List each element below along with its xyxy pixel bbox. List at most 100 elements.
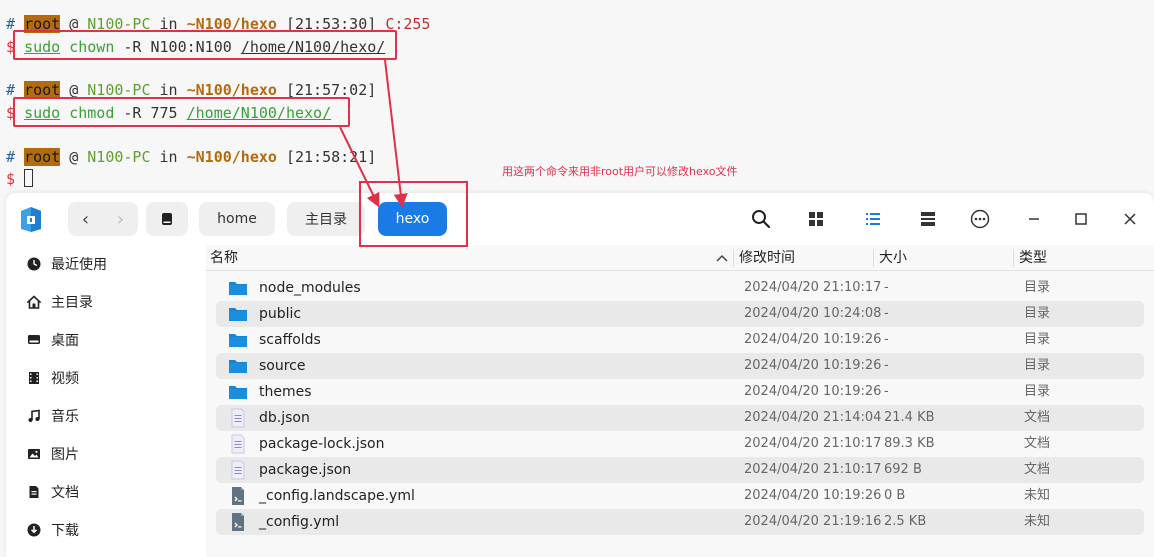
file-type: 文档: [1024, 462, 1051, 477]
sidebar-item-documents[interactable]: 文档: [6, 473, 206, 511]
file-manager-window[interactable]: ‹ › home 主目录 hexo 最近使用 主目录 桌面 视频 音乐 图片 文…: [6, 193, 1154, 557]
table-row[interactable]: node_modules 2024/04/20 21:10:17- 目录: [216, 275, 1144, 301]
column-header-type[interactable]: 类型: [1019, 245, 1047, 271]
file-type: 文档: [1024, 410, 1051, 425]
sidebar-item-pictures[interactable]: 图片: [6, 435, 206, 473]
more-menu-button[interactable]: [967, 206, 993, 232]
table-row[interactable]: source 2024/04/20 10:19:26- 目录: [216, 353, 1144, 379]
forward-button[interactable]: ›: [103, 202, 138, 236]
table-row[interactable]: _config.landscape.yml 2024/04/20 10:19:26…: [216, 483, 1144, 509]
prompt-path: ~N100/hexo: [186, 148, 277, 166]
picture-icon: [28, 449, 40, 459]
sidebar-item-label: 视频: [51, 371, 79, 387]
folder-icon: [229, 334, 247, 347]
file-name: public: [259, 306, 302, 322]
detail-view-button[interactable]: [915, 206, 941, 232]
minimize-button[interactable]: [1021, 206, 1047, 232]
clock-icon: [27, 257, 41, 271]
file-list-header: 名称 修改时间 大小 类型: [206, 245, 1154, 271]
table-row[interactable]: _config.yml 2024/04/20 21:19:16 2.5 KB 未知: [216, 509, 1144, 535]
sidebar-item-home[interactable]: 主目录: [6, 283, 206, 321]
text-file-icon: [231, 408, 245, 428]
file-modified: 2024/04/20 10:24:08: [744, 306, 882, 321]
sidebar-item-label: 下载: [51, 523, 79, 539]
folder-icon: [229, 386, 247, 399]
file-modified: 2024/04/20 21:10:17: [744, 462, 882, 477]
icon-view-button[interactable]: [803, 206, 829, 232]
file-type: 未知: [1024, 488, 1051, 503]
file-modified: 2024/04/20 10:19:26: [744, 488, 882, 503]
home-icon: [27, 295, 41, 309]
unknown-file-icon: [232, 487, 244, 505]
sidebar-item-label: 音乐: [51, 409, 79, 425]
file-modified: 2024/04/20 21:10:17: [744, 436, 882, 451]
list-icon: [866, 213, 880, 225]
sidebar-item-label: 桌面: [51, 333, 79, 349]
minimize-icon: [1029, 218, 1039, 220]
sidebar-item-videos[interactable]: 视频: [6, 359, 206, 397]
file-manager-app-icon: [21, 207, 41, 232]
file-type: 目录: [1024, 280, 1051, 295]
file-list: 名称 修改时间 大小 类型 node_modules 2024/04/20 21:…: [206, 245, 1154, 557]
navigation-buttons: ‹ ›: [68, 202, 138, 236]
sidebar-item-label: 最近使用: [51, 257, 107, 273]
file-type: 目录: [1024, 358, 1051, 373]
file-name: _config.landscape.yml: [259, 488, 415, 504]
breadcrumb-main-directory[interactable]: 主目录: [287, 202, 365, 236]
sidebar-item-label: 文档: [51, 485, 79, 501]
table-row[interactable]: package-lock.json 2024/04/20 21:10:17 89.3…: [216, 431, 1144, 457]
file-modified: 2024/04/20 21:10:17: [744, 280, 882, 295]
breadcrumb-drive-button[interactable]: [146, 202, 188, 236]
music-icon: [28, 409, 40, 422]
sidebar-item-downloads[interactable]: 下载: [6, 511, 206, 549]
terminal-window[interactable]: # root @ N100-PC in ~N100/hexo [21:53:30…: [0, 0, 1154, 192]
prompt-hash: #: [6, 148, 16, 166]
prompt-user: root: [24, 148, 61, 166]
close-button[interactable]: [1117, 206, 1143, 232]
sort-ascending-icon[interactable]: [716, 254, 728, 262]
sidebar-item-desktop[interactable]: 桌面: [6, 321, 206, 359]
column-divider[interactable]: [873, 249, 874, 267]
column-header-modified[interactable]: 修改时间: [739, 245, 795, 271]
table-row[interactable]: themes 2024/04/20 10:19:26- 目录: [216, 379, 1144, 405]
file-type: 目录: [1024, 332, 1051, 347]
file-size: -: [884, 358, 889, 373]
sidebar-item-label: 主目录: [51, 295, 93, 311]
sidebar-item-recent[interactable]: 最近使用: [6, 245, 206, 283]
file-size: 89.3 KB: [884, 436, 935, 451]
table-row[interactable]: db.json 2024/04/20 21:14:04 21.4 KB 文档: [216, 405, 1144, 431]
prompt-dollar: $: [6, 170, 16, 188]
back-button[interactable]: ‹: [68, 202, 103, 236]
file-modified: 2024/04/20 21:19:16: [744, 514, 882, 529]
breadcrumb-home[interactable]: home: [199, 202, 275, 236]
column-divider[interactable]: [733, 249, 734, 267]
file-size: 21.4 KB: [884, 410, 935, 425]
terminal-input-line[interactable]: $: [6, 169, 34, 189]
text-file-icon: [231, 460, 245, 480]
maximize-button[interactable]: [1068, 206, 1094, 232]
drive-icon: [162, 213, 172, 225]
file-modified: 2024/04/20 10:19:26: [744, 358, 882, 373]
file-modified: 2024/04/20 10:19:26: [744, 332, 882, 347]
table-row[interactable]: public 2024/04/20 10:24:08- 目录: [216, 301, 1144, 327]
close-icon: [1124, 213, 1136, 225]
column-header-size[interactable]: 大小: [879, 245, 907, 271]
file-size: -: [884, 306, 889, 321]
sidebar-item-music[interactable]: 音乐: [6, 397, 206, 435]
breadcrumb-hexo[interactable]: hexo: [378, 202, 447, 236]
table-row[interactable]: package.json 2024/04/20 21:10:17 692 B 文档: [216, 457, 1144, 483]
terminal-prompt-line: # root @ N100-PC in ~N100/hexo [21:58:21…: [6, 147, 376, 167]
file-name: _config.yml: [259, 514, 340, 530]
file-size: -: [884, 280, 889, 295]
prompt-host: N100-PC: [87, 148, 151, 166]
search-button[interactable]: [748, 206, 774, 232]
file-name: db.json: [259, 410, 310, 426]
list-view-button[interactable]: [860, 206, 886, 232]
maximize-icon: [1075, 213, 1087, 225]
table-row[interactable]: scaffolds 2024/04/20 10:19:26- 目录: [216, 327, 1144, 353]
column-header-name[interactable]: 名称: [210, 245, 238, 271]
grid-icon: [809, 212, 823, 226]
column-divider[interactable]: [1013, 249, 1014, 267]
file-size: 0 B: [884, 488, 906, 503]
titlebar: ‹ › home 主目录 hexo: [6, 193, 1154, 245]
